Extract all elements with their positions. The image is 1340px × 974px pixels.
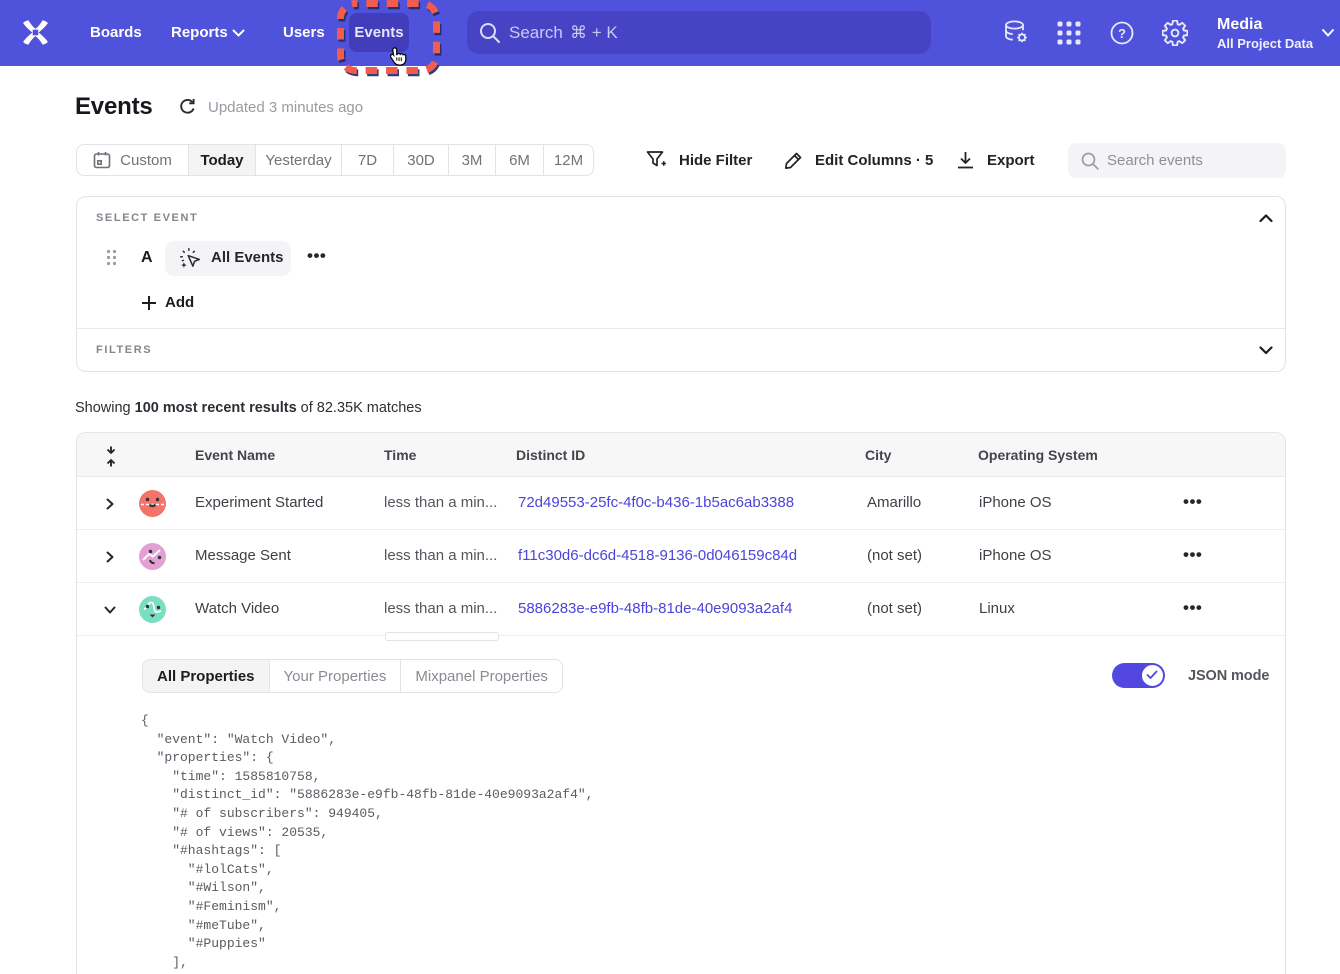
svg-text:?: ? <box>1118 26 1126 41</box>
